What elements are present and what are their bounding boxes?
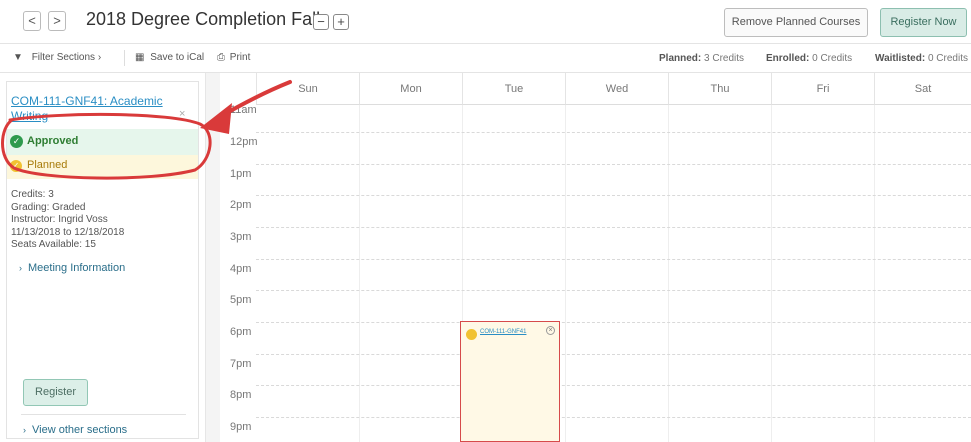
hour-line: [256, 132, 971, 133]
waitlisted-credits-label: Waitlisted:: [875, 53, 926, 64]
waitlisted-credits-value: 0 Credits: [927, 53, 968, 64]
course-details: Credits: 3 Grading: Graded Instructor: I…: [11, 189, 124, 252]
chevron-right-icon: ›: [19, 263, 22, 273]
credits-text: Credits: 3: [11, 189, 54, 200]
card-divider: [21, 414, 186, 415]
approved-status: ✓ Approved: [7, 129, 198, 155]
day-header-wed: Wed: [565, 73, 668, 105]
view-other-sections-link[interactable]: › View other sections: [23, 424, 127, 436]
time-label-2pm: 2pm: [230, 199, 252, 211]
register-button[interactable]: Register: [23, 379, 88, 406]
grading-text: Grading: Graded: [11, 201, 86, 213]
register-now-button[interactable]: Register Now: [880, 8, 967, 37]
time-label-5pm: 5pm: [230, 294, 252, 306]
hour-line: [256, 227, 971, 228]
enrolled-credits: Enrolled: 0 Credits: [766, 53, 852, 64]
zoom-out-button[interactable]: −: [313, 14, 329, 30]
column-divider: [668, 105, 669, 442]
meeting-information-label: Meeting Information: [28, 262, 126, 274]
planned-credits-label: Planned:: [659, 53, 702, 64]
seats-text: Seats Available: 15: [11, 239, 96, 250]
time-label-12pm: 12pm: [230, 136, 258, 148]
calendar-icon: ▦: [135, 52, 145, 63]
hour-line: [256, 195, 971, 196]
hour-line: [256, 385, 971, 386]
planned-icon: ✓: [10, 160, 22, 172]
enrolled-credits-value: 0 Credits: [812, 53, 853, 64]
printer-icon: ⎙: [217, 52, 225, 63]
print-label: Print: [229, 52, 251, 63]
planned-credits: Planned: 3 Credits: [659, 53, 744, 64]
save-to-ical-label: Save to iCal: [150, 52, 205, 63]
approved-label: Approved: [27, 135, 79, 147]
time-label-8pm: 8pm: [230, 389, 252, 401]
time-label-4pm: 4pm: [230, 263, 252, 275]
page-header: < > 2018 Degree Completion Fall − + Remo…: [0, 0, 971, 44]
hour-line: [256, 354, 971, 355]
print-button[interactable]: ⎙ Print: [217, 52, 250, 63]
calendar-grid: Sun Mon Tue Wed Thu Fri Sat 11am 12pm 1p…: [220, 73, 971, 442]
meeting-information-toggle[interactable]: › Meeting Information: [19, 262, 125, 274]
time-label-11am: 11am: [230, 104, 257, 116]
column-divider: [359, 105, 360, 442]
sidebar-scrollbar[interactable]: [205, 73, 220, 442]
filter-sections-label: Filter Sections ›: [31, 52, 102, 63]
column-divider: [771, 105, 772, 442]
toolbar: ▼ Filter Sections › ▦ Save to iCal ⎙ Pri…: [0, 44, 971, 73]
planned-credits-value: 3 Credits: [704, 53, 745, 64]
save-to-ical-button[interactable]: ▦ Save to iCal: [135, 52, 204, 63]
course-sidebar: COM-111-GNF41: Academic Writing × ✓ Appr…: [0, 73, 220, 442]
hour-line: [256, 322, 971, 323]
time-label-1pm: 1pm: [230, 168, 252, 180]
chevron-right-icon: ›: [23, 425, 26, 435]
course-title-link[interactable]: COM-111-GNF41: Academic Writing: [11, 94, 181, 124]
hour-line: [256, 259, 971, 260]
course-event-block[interactable]: COM-111-GNF41 ×: [460, 321, 560, 442]
toolbar-divider: [124, 50, 125, 66]
day-header-sat: Sat: [874, 73, 971, 105]
filter-sections-button[interactable]: ▼ Filter Sections ›: [13, 52, 101, 63]
dates-text: 11/13/2018 to 12/18/2018: [11, 226, 125, 238]
checkmark-icon: ✓: [10, 135, 23, 148]
column-divider: [874, 105, 875, 442]
time-label-3pm: 3pm: [230, 231, 252, 243]
instructor-text: Instructor: Ingrid Voss: [11, 214, 108, 225]
next-term-button[interactable]: >: [48, 11, 66, 31]
day-header-tue: Tue: [462, 73, 565, 105]
waitlisted-credits: Waitlisted: 0 Credits: [875, 53, 968, 64]
close-icon[interactable]: ×: [546, 326, 555, 335]
enrolled-credits-label: Enrolled:: [766, 53, 810, 64]
filter-icon: ▼: [13, 52, 23, 63]
day-header-sun: Sun: [256, 73, 359, 105]
planned-label: Planned: [27, 159, 68, 171]
planned-status: ✓ Planned: [7, 155, 198, 179]
time-label-9pm: 9pm: [230, 421, 252, 433]
view-other-sections-label: View other sections: [32, 424, 128, 436]
event-course-link[interactable]: COM-111-GNF41: [480, 329, 526, 335]
column-divider: [565, 105, 566, 442]
page-title: 2018 Degree Completion Fall: [86, 9, 321, 29]
time-label-6pm: 6pm: [230, 326, 252, 338]
planned-icon: [466, 329, 477, 340]
zoom-in-button[interactable]: +: [333, 14, 349, 30]
hour-line: [256, 290, 971, 291]
day-header-fri: Fri: [771, 73, 874, 105]
hour-line: [256, 164, 971, 165]
day-header-mon: Mon: [359, 73, 462, 105]
hour-line: [256, 417, 971, 418]
day-header-thu: Thu: [668, 73, 771, 105]
time-label-7pm: 7pm: [230, 358, 252, 370]
close-icon[interactable]: ×: [179, 108, 185, 120]
remove-planned-courses-button[interactable]: Remove Planned Courses: [724, 8, 868, 37]
course-card: COM-111-GNF41: Academic Writing × ✓ Appr…: [6, 81, 199, 439]
previous-term-button[interactable]: <: [23, 11, 41, 31]
